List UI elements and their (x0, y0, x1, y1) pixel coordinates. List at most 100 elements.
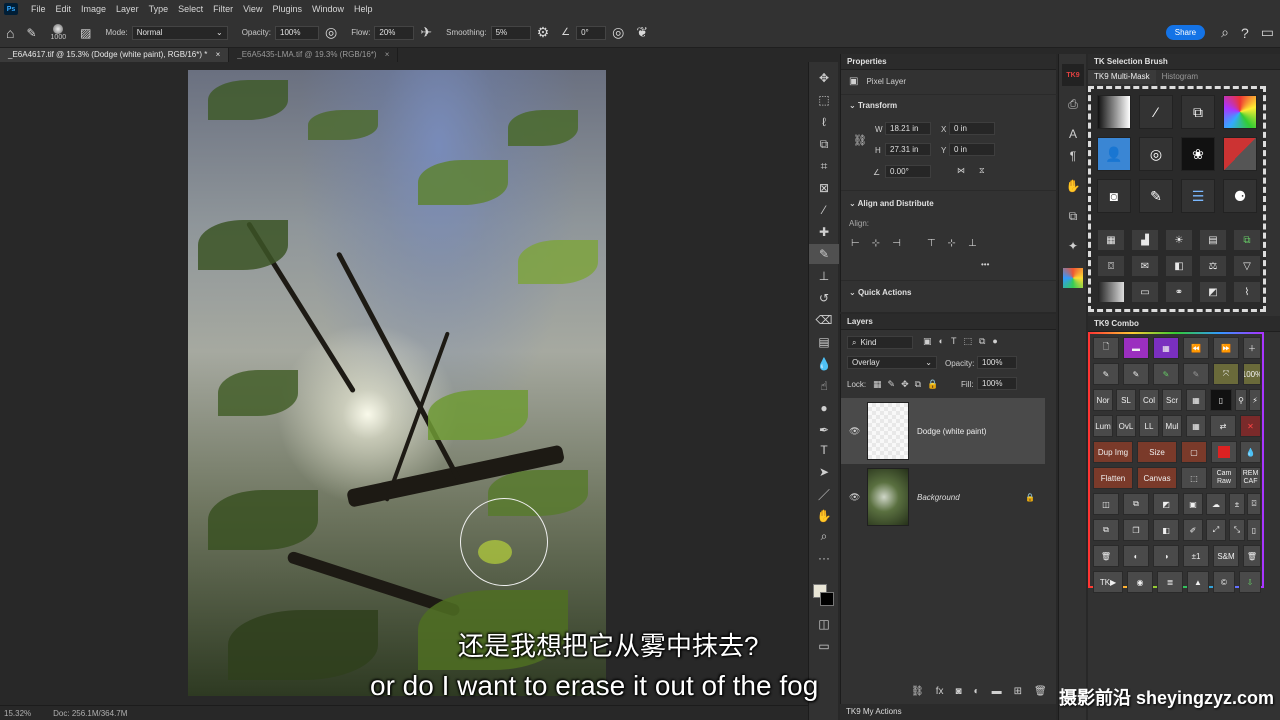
brush-selection-icon[interactable]: ✎ (1139, 179, 1173, 213)
sun-icon[interactable]: ☀ (1165, 229, 1193, 251)
film-icon[interactable]: ▤ (1199, 229, 1227, 251)
menu-view[interactable]: View (238, 4, 267, 14)
zoom-tool-icon[interactable]: ⌕ (809, 526, 839, 546)
blend-lum-button[interactable]: Lum (1093, 415, 1113, 437)
eraser-tool-icon[interactable]: ⌫ (809, 310, 839, 330)
filter-adjustment-icon[interactable]: ◐ (939, 336, 944, 347)
quick-actions-section[interactable]: ⌄ Quick Actions (849, 288, 911, 297)
paragraph-icon[interactable]: ¶ (1059, 146, 1087, 166)
drop-icon[interactable]: 💧 (1240, 441, 1261, 463)
half-square-icon[interactable]: ◧ (1165, 255, 1193, 277)
hand-tool-icon[interactable]: ✋ (809, 506, 839, 526)
layer-mask-icon[interactable]: ◧ (1153, 519, 1179, 541)
white-brush-icon[interactable]: ✎ (1123, 363, 1149, 385)
layer-opacity-input[interactable]: 100% (977, 356, 1017, 369)
layer-tool-1-icon[interactable]: ◫ (1093, 493, 1119, 515)
home-icon[interactable]: ⌂ (6, 25, 14, 41)
person-tool-icon[interactable]: ▣ (1183, 493, 1203, 515)
fill-input[interactable]: 100% (977, 377, 1017, 390)
blend-mul-button[interactable]: Mul (1162, 415, 1182, 437)
sparkle-icon[interactable]: ✦ (1059, 236, 1087, 256)
layer-row-dodge[interactable]: 👁 Dodge (white paint) (841, 398, 1045, 464)
crop-red-icon[interactable]: ▢ (1181, 441, 1207, 463)
luminosity-mask-icon[interactable] (1097, 95, 1131, 129)
gradient-tool-icon[interactable]: ▤ (809, 332, 839, 352)
blend-nor-button[interactable]: Nor (1093, 389, 1113, 411)
rem-caf-button[interactable]: REM CAF (1240, 467, 1261, 489)
trash-2-icon[interactable]: 🗑 (1243, 545, 1261, 567)
gradient-icon[interactable] (1097, 281, 1125, 303)
eye-icon[interactable]: ◉ (1127, 571, 1153, 593)
balance-icon[interactable]: ⚖ (1199, 255, 1227, 277)
align-section[interactable]: ⌄ Align and Distribute (849, 199, 934, 208)
menu-image[interactable]: Image (76, 4, 111, 14)
dodge-tool-icon[interactable]: ● (809, 398, 839, 418)
add-mask-icon[interactable]: ◙ (955, 686, 961, 697)
align-bottom-icon[interactable]: ⊥ (968, 238, 977, 249)
curve-icon[interactable]: ⌇ (1233, 281, 1261, 303)
visibility-eye-icon[interactable]: 👁 (849, 426, 860, 437)
new-group-icon[interactable]: ▬ (992, 686, 1002, 697)
circles-icon[interactable]: ⚈ (1223, 179, 1257, 213)
lock-all-icon[interactable]: 🔒 (927, 379, 938, 390)
align-right-icon[interactable]: ⊣ (892, 238, 901, 249)
width-field[interactable]: 18.21 in (885, 122, 931, 135)
layers-green-icon[interactable]: ⧉ (1233, 229, 1261, 251)
clip-icon[interactable]: ⚲ (1235, 389, 1247, 411)
lock-pixels-icon[interactable]: ✎ (888, 379, 896, 390)
tk-selection-brush-tab[interactable]: TK Selection Brush (1088, 54, 1280, 70)
share-button[interactable]: Share (1165, 25, 1206, 40)
filter-smart-object-icon[interactable]: ⧉ (979, 336, 985, 347)
flatten-button[interactable]: Flatten (1093, 467, 1133, 489)
quick-mask-icon[interactable]: ◫ (809, 614, 839, 634)
tk9-logo[interactable]: TK9 (1062, 64, 1084, 86)
mountain-icon[interactable]: ◩ (1199, 281, 1227, 303)
menu-layer[interactable]: Layer (111, 4, 144, 14)
frame-tool-icon[interactable]: ⊠ (809, 178, 839, 198)
trash-icon[interactable]: 🗑 (1034, 686, 1047, 697)
rewind-icon[interactable]: ⏪ (1183, 337, 1209, 359)
filter-type-icon[interactable]: T (951, 336, 957, 347)
new-document-icon[interactable]: 🗋 (1093, 337, 1119, 359)
camera-small-icon[interactable]: ⌼ (1247, 493, 1261, 515)
history-brush-tool-icon[interactable]: ↺ (809, 288, 839, 308)
close-icon[interactable]: × (216, 50, 221, 59)
tk9-my-actions-tab[interactable]: TK9 My Actions (840, 704, 1056, 720)
gray-brush-icon[interactable]: ✎ (1183, 363, 1209, 385)
type-tool-icon[interactable]: T (809, 440, 839, 460)
filter-toggle-icon[interactable]: ● (992, 336, 997, 347)
more-tools-icon[interactable]: ··· (809, 548, 839, 568)
calculator-icon[interactable]: ▦ (1186, 389, 1206, 411)
swap-icon[interactable]: ⇄ (1210, 415, 1236, 437)
flip-horizontal-icon[interactable]: ⋈ (957, 166, 965, 175)
layer-tool-2-icon[interactable]: ⧉ (1123, 493, 1149, 515)
zoom-level[interactable]: 15.32% (4, 709, 31, 718)
tk-play-button[interactable]: TK▶ (1093, 571, 1123, 593)
tab-document-2[interactable]: _E6A5435-LMA.tif @ 19.3% (RGB/16*) × (229, 48, 399, 62)
mask-combine-icon[interactable]: ⧉ (1181, 95, 1215, 129)
plus-icon[interactable]: ＋ (1243, 337, 1261, 359)
close-icon[interactable]: ✕ (1240, 415, 1261, 437)
angle-input[interactable]: 0° (576, 25, 607, 40)
half-moon-icon[interactable]: ◑ (1153, 545, 1179, 567)
link-icon[interactable]: ⛓ (853, 134, 867, 147)
frame-small-icon[interactable]: ▯ (1247, 519, 1261, 541)
fast-forward-icon[interactable]: ⏩ (1213, 337, 1239, 359)
symmetry-butterfly-icon[interactable]: ❦ (636, 24, 648, 41)
pct-100-button[interactable]: 100% (1243, 363, 1261, 385)
black-brush-icon[interactable]: ✎ (1093, 363, 1119, 385)
menu-select[interactable]: Select (173, 4, 208, 14)
link-layers-icon[interactable]: ⛓ (911, 686, 924, 697)
angle-field[interactable]: 0.00° (885, 165, 931, 178)
forest-photo[interactable] (188, 70, 606, 696)
flow-input[interactable]: 20% (374, 25, 415, 40)
tulip-icon[interactable]: ❀ (1181, 137, 1215, 171)
cam-raw-button[interactable]: Cam Raw (1211, 467, 1237, 489)
menu-plugins[interactable]: Plugins (267, 4, 307, 14)
layer-row-background[interactable]: 👁 Background 🔒 (841, 464, 1045, 530)
airbrush-icon[interactable]: ✈ (420, 24, 432, 41)
purple-tool-icon[interactable]: ▬ (1123, 337, 1149, 359)
opacity-input[interactable]: 100% (275, 25, 320, 40)
arrow-diagonal-icon[interactable]: ⤡ (1229, 519, 1245, 541)
menu-help[interactable]: Help (349, 4, 378, 14)
